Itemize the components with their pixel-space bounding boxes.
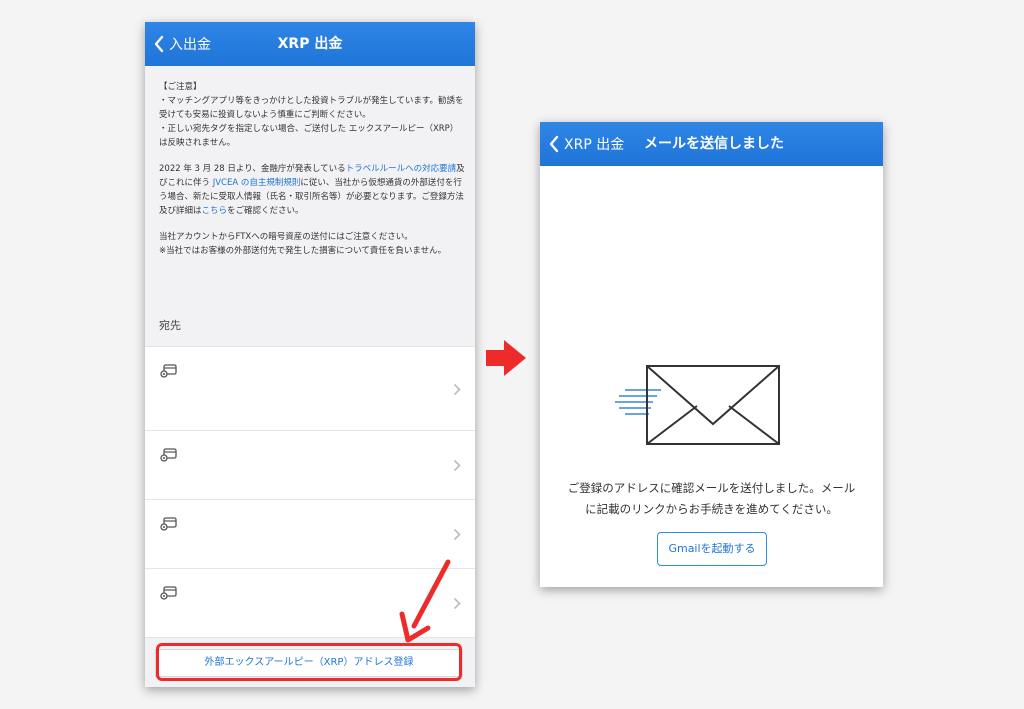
red-arrow-right-icon [486, 340, 526, 376]
wallet-icon [160, 517, 177, 531]
destination-section-label: 宛先 [159, 319, 181, 332]
wallet-icon [160, 364, 177, 378]
details-link[interactable]: こちら [202, 206, 228, 216]
address-list-item[interactable] [145, 430, 475, 499]
notice-text: 【ご注意】 ・マッチングアプリ等をきっかけとした投資トラブルが発生しています。勧… [159, 80, 465, 258]
ftx-notice: 当社アカウントからFTXへの暗号資産の送付にはご注意ください。 [159, 232, 413, 242]
chevron-right-icon [453, 528, 461, 541]
chevron-right-icon [453, 459, 461, 472]
notice-heading: 【ご注意】 [159, 82, 202, 92]
notice-bullet-1: ・マッチングアプリ等をきっかけとした投資トラブルが発生しています。勧誘を受けても… [159, 96, 464, 120]
right-navbar: XRP 出金 メールを送信しました [540, 122, 883, 166]
wallet-icon [160, 586, 177, 600]
travel-rule-notice: 2022 年 3 月 28 日より、金融庁が発表しているトラベルルールへの対応要… [159, 164, 465, 216]
back-label: XRP 出金 [564, 137, 625, 153]
liability-notice: ※当社ではお客様の外部送付先で発生した損害について責任を負いません。 [159, 246, 447, 256]
chevron-left-icon [549, 135, 559, 153]
email-sent-message: ご登録のアドレスに確認メールを送付しました。メール に記載のリンクからお手続きを… [567, 481, 856, 516]
left-navbar: 入出金 XRP 出金 [145, 22, 475, 66]
chevron-right-icon [453, 383, 461, 396]
wallet-icon [160, 448, 177, 462]
address-list-item[interactable] [145, 346, 475, 430]
jvcea-rule-link[interactable]: JVCEA の自主規制規則 [213, 178, 301, 188]
notice-bullet-2: ・正しい宛先タグを指定しない場合、ご送付した エックスアールピー（XRP） は反… [159, 124, 459, 148]
red-arrow-down-icon [399, 559, 451, 643]
highlight-annotation [156, 643, 462, 681]
envelope-icon [615, 365, 780, 445]
travel-rule-link[interactable]: トラベルルールへの対応要請 [346, 164, 457, 174]
back-button[interactable]: XRP 出金 [548, 122, 624, 166]
open-gmail-button[interactable]: Gmailを起動する [657, 532, 767, 566]
page-title: メールを送信しました [644, 136, 784, 152]
page-title: XRP 出金 [277, 36, 343, 52]
